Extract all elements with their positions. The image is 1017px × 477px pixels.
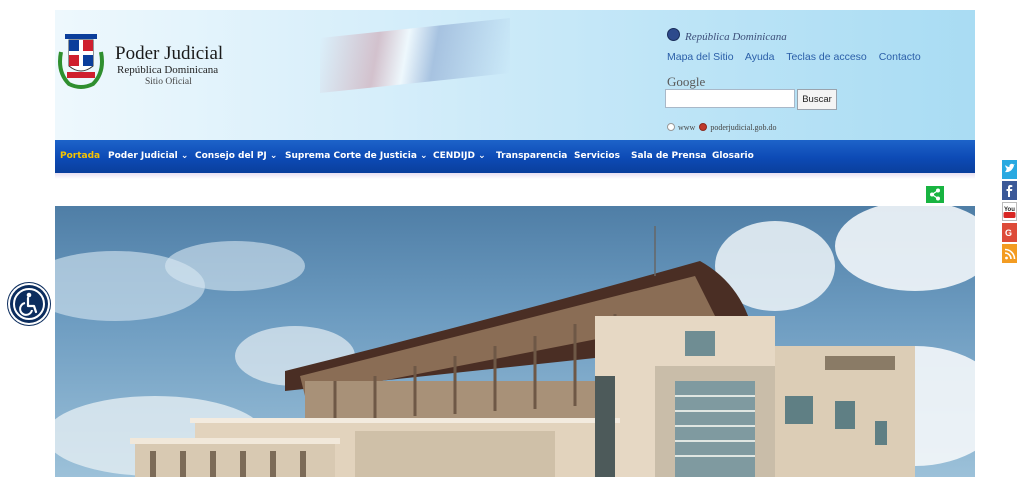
rss-icon [1004, 248, 1016, 260]
site-title: Poder Judicial [115, 43, 224, 64]
site-tagline: Sitio Oficial [145, 77, 192, 87]
link-contact[interactable]: Contacto [879, 51, 921, 63]
radio-www[interactable] [667, 123, 675, 131]
nav-label: Consejo del PJ [195, 151, 267, 161]
flag-banner-decoration [320, 18, 510, 93]
nav-portada[interactable]: Portada [60, 151, 100, 161]
nav-glosario[interactable]: Glosario [712, 151, 754, 161]
google-plus-button[interactable]: G [1002, 223, 1017, 242]
search-scope: www poderjudicial.gob.do [667, 123, 777, 132]
chevron-down-icon: ⌄ [478, 151, 486, 161]
nav-transparencia[interactable]: Transparencia [496, 151, 567, 161]
republica-dominicana-label: República Dominicana [667, 28, 787, 43]
wheelchair-icon [13, 288, 45, 320]
svg-text:G: G [1005, 228, 1012, 238]
main-nav: Portada Poder Judicial ⌄ Consejo del PJ … [55, 140, 975, 173]
nav-suprema-corte[interactable]: Suprema Corte de Justicia ⌄ [285, 151, 428, 161]
hero-image [55, 206, 975, 477]
nav-poder-judicial[interactable]: Poder Judicial ⌄ [108, 151, 188, 161]
facebook-button[interactable] [1002, 181, 1017, 200]
nav-label: Sala de Prensa [631, 151, 707, 161]
nav-label: Servicios [574, 151, 620, 161]
nav-label: Poder Judicial [108, 151, 178, 161]
link-site-map[interactable]: Mapa del Sitio [667, 51, 734, 63]
seal-icon [667, 28, 680, 41]
chevron-down-icon: ⌄ [420, 151, 428, 161]
youtube-icon: You [1003, 207, 1016, 218]
google-plus-icon: G [1005, 228, 1012, 238]
search-input[interactable] [665, 89, 795, 108]
republica-text: República Dominicana [685, 31, 787, 43]
nav-label: Portada [60, 151, 101, 161]
building-photo [55, 206, 975, 477]
share-icon [930, 188, 940, 201]
share-button[interactable] [926, 186, 944, 203]
nav-shadow [55, 173, 975, 179]
nav-label: Transparencia [496, 151, 568, 161]
rss-button[interactable] [1002, 244, 1017, 263]
google-logo: Google [667, 74, 706, 89]
nav-consejo[interactable]: Consejo del PJ ⌄ [195, 151, 277, 161]
youtube-button[interactable]: You [1002, 202, 1017, 221]
search-button[interactable]: Buscar [797, 89, 837, 110]
coat-of-arms-logo[interactable] [55, 32, 107, 90]
chevron-down-icon: ⌄ [269, 151, 278, 161]
twitter-icon [1005, 163, 1015, 173]
radio-site-label: poderjudicial.gob.do [710, 123, 777, 132]
link-help[interactable]: Ayuda [745, 51, 775, 63]
link-access-keys[interactable]: Teclas de acceso [786, 51, 867, 63]
nav-servicios[interactable]: Servicios [574, 151, 620, 161]
twitter-button[interactable] [1002, 160, 1017, 179]
utility-links: Mapa del Sitio Ayuda Teclas de acceso Co… [667, 51, 930, 63]
nav-cendijd[interactable]: CENDIJD ⌄ [433, 151, 486, 161]
facebook-icon [1006, 185, 1013, 197]
accessibility-button[interactable] [10, 285, 48, 323]
radio-site[interactable] [699, 123, 708, 131]
nav-sala-de-prensa[interactable]: Sala de Prensa [631, 151, 707, 161]
site-header: Poder Judicial República Dominicana Siti… [55, 10, 975, 140]
nav-label: Glosario [712, 151, 754, 161]
chevron-down-icon: ⌄ [180, 151, 189, 161]
nav-label: CENDIJD [433, 151, 475, 161]
radio-www-label: www [678, 123, 696, 132]
brand-block[interactable]: Poder Judicial República Dominicana Siti… [115, 44, 223, 88]
nav-label: Suprema Corte de Justicia [285, 151, 417, 161]
site-subtitle: República Dominicana [117, 64, 219, 76]
